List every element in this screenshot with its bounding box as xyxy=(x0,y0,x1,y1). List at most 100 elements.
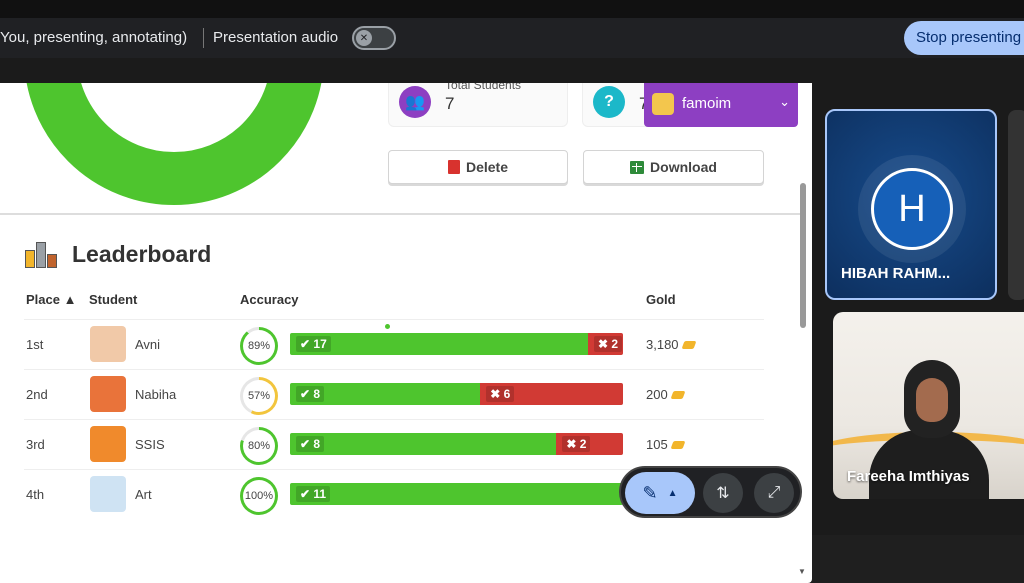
place-cell: 3rd xyxy=(26,437,45,452)
stop-presenting-button[interactable]: Stop presenting xyxy=(904,21,1024,55)
wrong-segment: ✖ 2 xyxy=(587,333,623,355)
correct-segment: ✔ 11 xyxy=(290,483,623,505)
wrong-segment: ✖ 6 xyxy=(480,383,623,405)
gold-value: 3,180 xyxy=(646,337,679,352)
student-column-header[interactable]: Student xyxy=(89,292,137,307)
gold-cell: 3,180 xyxy=(646,337,697,352)
leaderboard-title: Leaderboard xyxy=(72,241,212,267)
download-label: Download xyxy=(650,159,717,175)
participant-tile-fareeha[interactable]: Fareeha Imthiyas xyxy=(833,312,1024,499)
gold-icon xyxy=(681,341,697,349)
correct-count: ✔ 17 xyxy=(296,336,331,352)
pen-icon: ✎ xyxy=(642,482,658,503)
gold-icon xyxy=(670,441,686,449)
presentation-audio-toggle[interactable]: ✕ xyxy=(352,26,396,50)
swap-arrows-icon: ⇅ xyxy=(716,485,730,502)
student-name[interactable]: SSIS xyxy=(135,437,165,452)
scrollbar[interactable] xyxy=(800,183,806,328)
gold-cell: 200 xyxy=(646,387,686,402)
wrong-count: ✖ 2 xyxy=(593,336,622,352)
expand-icon: ⤢ xyxy=(767,484,781,501)
download-button[interactable]: Download xyxy=(583,150,764,184)
place-cell: 4th xyxy=(26,487,45,502)
speaker-muted-icon: ✕ xyxy=(356,30,372,46)
total-students-value: 7 xyxy=(445,94,455,113)
table-row[interactable]: 1st Avni 89% ✔ 17 ✖ 2 3,180 xyxy=(24,319,764,369)
avatar: H xyxy=(871,168,953,250)
question-icon: ? xyxy=(593,86,625,118)
student-avatar xyxy=(90,426,126,462)
gold-cell: 105 xyxy=(646,437,686,452)
participant-video-face xyxy=(916,378,948,422)
gold-icon xyxy=(670,391,686,399)
answers-bar: ✔ 17 ✖ 2 xyxy=(290,333,623,355)
gold-column-header[interactable]: Gold xyxy=(646,292,676,307)
accuracy-ring: 89% xyxy=(240,327,278,365)
presentation-audio-label: Presentation audio xyxy=(213,29,339,46)
account-name: famoim xyxy=(682,95,732,112)
place-cell: 2nd xyxy=(26,387,48,402)
accuracy-ring: 80% xyxy=(240,427,278,465)
student-name[interactable]: Avni xyxy=(135,337,160,352)
annotation-toolbar: ✎ ▲ ⇅ ⤢ xyxy=(619,466,802,518)
place-cell: 1st xyxy=(26,337,44,352)
scroll-down-icon[interactable]: ▼ xyxy=(798,567,806,576)
table-row[interactable]: 2nd Nabiha 57% ✔ 8 ✖ 6 200 xyxy=(24,369,764,419)
divider xyxy=(203,28,204,48)
participant-tile-partial[interactable] xyxy=(1008,110,1024,300)
section-divider xyxy=(0,213,800,215)
questions-card: ? 7 xyxy=(582,83,652,127)
correct-count: ✔ 11 xyxy=(296,486,331,502)
student-avatar xyxy=(90,376,126,412)
wrong-count: ✖ 2 xyxy=(562,436,591,452)
participant-name: Fareeha Imthiyas xyxy=(847,468,970,485)
correct-segment: ✔ 17 xyxy=(290,333,588,355)
accuracy-value: 80% xyxy=(243,430,275,462)
table-row[interactable]: 3rd SSIS 80% ✔ 8 ✖ 2 105 xyxy=(24,419,764,469)
presentation-bar: You, presenting, annotating) Presentatio… xyxy=(0,18,1024,58)
gold-value: 105 xyxy=(646,437,668,452)
spreadsheet-icon xyxy=(630,160,645,174)
leaderboard-icon xyxy=(25,242,61,268)
correct-segment: ✔ 8 xyxy=(290,433,557,455)
accuracy-ring: 100% xyxy=(240,477,278,515)
place-column-header[interactable]: Place ▲ xyxy=(26,292,76,307)
fullscreen-button[interactable]: ⤢ xyxy=(754,473,794,513)
delete-label: Delete xyxy=(465,159,509,175)
accuracy-column-header[interactable]: Accuracy xyxy=(240,292,299,307)
wrong-segment: ✖ 2 xyxy=(556,433,623,455)
swap-position-button[interactable]: ⇅ xyxy=(703,473,743,513)
accuracy-value: 100% xyxy=(243,480,275,512)
users-icon: 👥 xyxy=(399,86,431,118)
caret-up-icon: ▲ xyxy=(667,487,678,499)
accuracy-ring: 57% xyxy=(240,377,278,415)
penguin-avatar-icon xyxy=(652,93,674,115)
chevron-down-icon: ⌄ xyxy=(779,94,790,109)
total-students-card: 👥 Total Students 7 xyxy=(388,83,568,127)
accuracy-value: 57% xyxy=(243,380,275,412)
participant-name: HIBAH RAHM... xyxy=(841,265,951,282)
answers-bar: ✔ 8 ✖ 2 xyxy=(290,433,623,455)
student-name[interactable]: Nabiha xyxy=(135,387,176,402)
answers-bar: ✔ 8 ✖ 6 xyxy=(290,383,623,405)
student-avatar xyxy=(90,476,126,512)
account-dropdown[interactable]: famoim ⌄ xyxy=(644,83,798,127)
pen-tool-button[interactable]: ✎ ▲ xyxy=(625,472,695,514)
presenting-status: You, presenting, annotating) xyxy=(0,29,188,46)
student-name[interactable]: Art xyxy=(135,487,152,502)
answers-bar: ✔ 11 xyxy=(290,483,623,505)
top-strip xyxy=(0,0,1024,18)
meeting-stage: 👥 Total Students 7 ? 7 famoim ⌄ Delete D… xyxy=(0,58,1024,583)
correct-count: ✔ 8 xyxy=(296,436,325,452)
gold-value: 200 xyxy=(646,387,668,402)
trash-icon xyxy=(447,160,460,174)
total-students-label: Total Students xyxy=(445,83,522,92)
accuracy-donut-chart xyxy=(24,83,324,205)
delete-button[interactable]: Delete xyxy=(388,150,568,184)
wrong-count: ✖ 6 xyxy=(486,386,515,402)
correct-segment: ✔ 8 xyxy=(290,383,481,405)
student-avatar xyxy=(90,326,126,362)
participant-tile-hibah[interactable]: H HIBAH RAHM... xyxy=(825,109,997,300)
accuracy-value: 89% xyxy=(243,330,275,362)
correct-count: ✔ 8 xyxy=(296,386,325,402)
